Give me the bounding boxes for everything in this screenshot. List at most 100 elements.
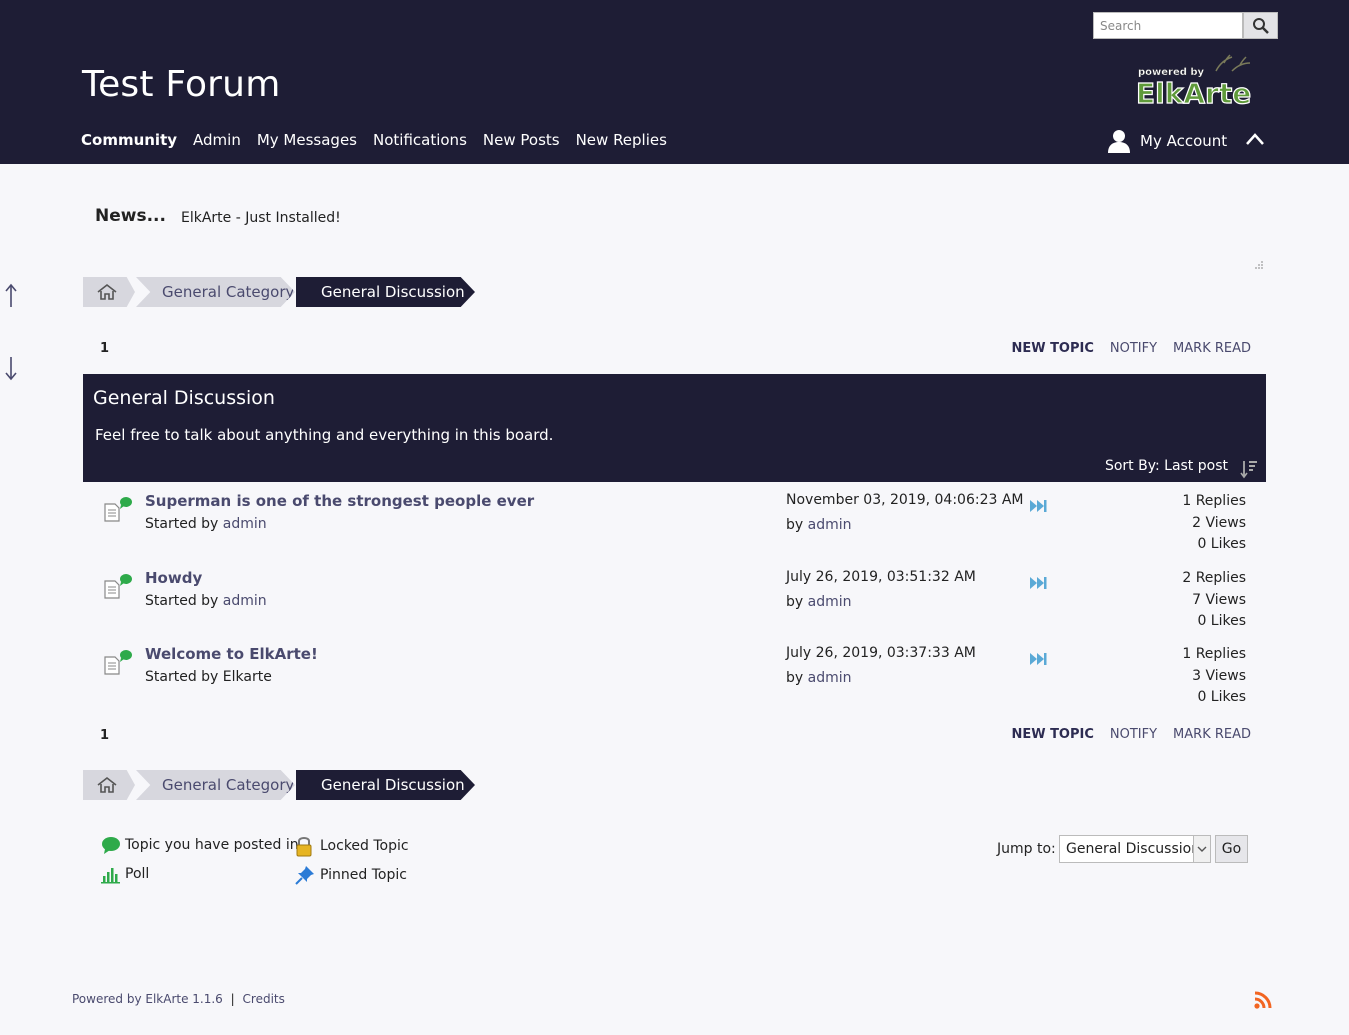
- scroll-up-icon[interactable]: [3, 282, 19, 310]
- replies-count: 1 Replies: [1182, 493, 1246, 509]
- forum-title[interactable]: Test Forum: [82, 64, 280, 105]
- breadcrumb-category[interactable]: General Category: [136, 277, 295, 307]
- search-box: [1093, 12, 1278, 39]
- started-by-label: Started by: [145, 669, 219, 685]
- topic-row: Welcome to ElkArte! Started by Elkarte J…: [83, 635, 1266, 705]
- mark-read-button[interactable]: MARK READ: [1173, 727, 1251, 742]
- topic-row: Superman is one of the strongest people …: [83, 482, 1266, 552]
- search-button[interactable]: [1243, 12, 1278, 39]
- resize-grip-icon[interactable]: [1254, 260, 1264, 270]
- footer-separator: |: [230, 992, 235, 1006]
- my-account-menu[interactable]: My Account: [1107, 128, 1227, 154]
- likes-count: 0 Likes: [1197, 689, 1246, 705]
- topic-posted-icon: [104, 497, 132, 522]
- powered-by-link[interactable]: Powered by ElkArte 1.1.6: [72, 992, 223, 1006]
- elkarte-logo[interactable]: powered by ElkArte: [1134, 53, 1254, 111]
- nav-community[interactable]: Community: [81, 131, 177, 149]
- views-count: 7 Views: [1192, 591, 1246, 608]
- topic-starter: Started by admin: [145, 593, 267, 609]
- my-account-label[interactable]: My Account: [1140, 132, 1227, 150]
- main-nav: Community Admin My Messages Notification…: [81, 131, 667, 149]
- views-count: 3 Views: [1192, 667, 1246, 684]
- last-post-date: July 26, 2019, 03:37:33 AM: [786, 645, 976, 661]
- breadcrumb-home[interactable]: [83, 770, 135, 800]
- starter-link[interactable]: admin: [223, 516, 267, 532]
- legend-posted-label: Topic you have posted in: [125, 837, 299, 853]
- credits-link[interactable]: Credits: [243, 992, 285, 1006]
- chevron-down-icon[interactable]: [1193, 836, 1210, 862]
- last-post-date: July 26, 2019, 03:51:32 AM: [786, 569, 976, 585]
- topic-starter: Started by Elkarte: [145, 669, 272, 685]
- nav-new-posts[interactable]: New Posts: [483, 131, 560, 149]
- topic-stats: 1 Replies 3 Views 0 Likes: [1182, 644, 1246, 709]
- starter-link[interactable]: admin: [223, 593, 267, 609]
- last-poster-link[interactable]: admin: [808, 670, 852, 686]
- lock-icon: [296, 837, 312, 857]
- views-count: 2 Views: [1192, 514, 1246, 531]
- home-icon: [97, 776, 117, 793]
- last-poster: by admin: [786, 594, 852, 610]
- goto-last-post-icon[interactable]: [1028, 651, 1048, 667]
- legend-poll-label: Poll: [125, 866, 150, 882]
- search-input[interactable]: [1093, 12, 1243, 39]
- topic-subject[interactable]: Howdy: [145, 569, 202, 587]
- topic-stats: 1 Replies 2 Views 0 Likes: [1182, 491, 1246, 556]
- home-icon: [97, 283, 117, 300]
- page-number[interactable]: 1: [100, 728, 109, 743]
- breadcrumb-board[interactable]: General Discussion: [296, 277, 475, 307]
- breadcrumb-board[interactable]: General Discussion: [296, 770, 475, 800]
- last-post-date: November 03, 2019, 04:06:23 AM: [786, 492, 1024, 508]
- last-poster-link[interactable]: admin: [808, 594, 852, 610]
- mark-read-button[interactable]: MARK READ: [1173, 341, 1251, 356]
- topic-subject[interactable]: Welcome to ElkArte!: [145, 645, 318, 663]
- board-header: General Discussion Feel free to talk abo…: [83, 374, 1266, 482]
- goto-last-post-icon[interactable]: [1028, 498, 1048, 514]
- rss-icon[interactable]: [1253, 990, 1273, 1010]
- board-name: General Discussion: [93, 387, 275, 409]
- board-actions: NEW TOPIC NOTIFY MARK READ: [1011, 341, 1251, 356]
- goto-last-post-icon[interactable]: [1028, 575, 1048, 591]
- legend-poll: Poll: [101, 864, 149, 884]
- jump-to-select[interactable]: General Discussion: [1059, 835, 1211, 863]
- last-poster-link[interactable]: admin: [808, 517, 852, 533]
- new-topic-button[interactable]: NEW TOPIC: [1011, 727, 1093, 742]
- breadcrumb-home[interactable]: [83, 277, 135, 307]
- started-by-label: Started by: [145, 593, 219, 609]
- legend-pinned-label: Pinned Topic: [320, 867, 407, 883]
- legend-locked-label: Locked Topic: [320, 838, 409, 854]
- page-number[interactable]: 1: [100, 341, 109, 356]
- notify-button[interactable]: NOTIFY: [1110, 341, 1157, 356]
- topic-subject[interactable]: Superman is one of the strongest people …: [145, 492, 534, 510]
- board-actions: NEW TOPIC NOTIFY MARK READ: [1011, 727, 1251, 742]
- likes-count: 0 Likes: [1197, 536, 1246, 552]
- nav-my-messages[interactable]: My Messages: [257, 131, 357, 149]
- pin-icon: [295, 866, 314, 885]
- search-icon: [1252, 17, 1269, 34]
- news-title: News...: [95, 206, 166, 226]
- by-label: by: [786, 517, 804, 533]
- nav-new-replies[interactable]: New Replies: [576, 131, 667, 149]
- by-label: by: [786, 594, 804, 610]
- topic-starter: Started by admin: [145, 516, 267, 532]
- notify-button[interactable]: NOTIFY: [1110, 727, 1157, 742]
- new-topic-button[interactable]: NEW TOPIC: [1011, 341, 1093, 356]
- topic-posted-icon: [104, 650, 132, 675]
- nav-admin[interactable]: Admin: [193, 131, 241, 149]
- board-description: Feel free to talk about anything and eve…: [95, 426, 554, 444]
- scroll-down-icon[interactable]: [3, 354, 19, 382]
- sort-by-label[interactable]: Sort By: Last post: [1105, 458, 1228, 474]
- legend-posted: Topic you have posted in: [101, 835, 299, 855]
- replies-count: 2 Replies: [1182, 570, 1246, 586]
- sort-icon[interactable]: [1240, 459, 1258, 479]
- started-by-label: Started by: [145, 516, 219, 532]
- go-button[interactable]: Go: [1215, 835, 1248, 863]
- topic-posted-icon: [104, 574, 132, 599]
- nav-notifications[interactable]: Notifications: [373, 131, 467, 149]
- collapse-header-icon[interactable]: [1244, 130, 1266, 148]
- jump-to-selected: General Discussion: [1066, 841, 1201, 857]
- last-poster: by admin: [786, 670, 852, 686]
- likes-count: 0 Likes: [1197, 613, 1246, 629]
- user-icon: [1108, 130, 1130, 153]
- svg-text:ElkArte: ElkArte: [1136, 77, 1251, 110]
- breadcrumb-category[interactable]: General Category: [136, 770, 295, 800]
